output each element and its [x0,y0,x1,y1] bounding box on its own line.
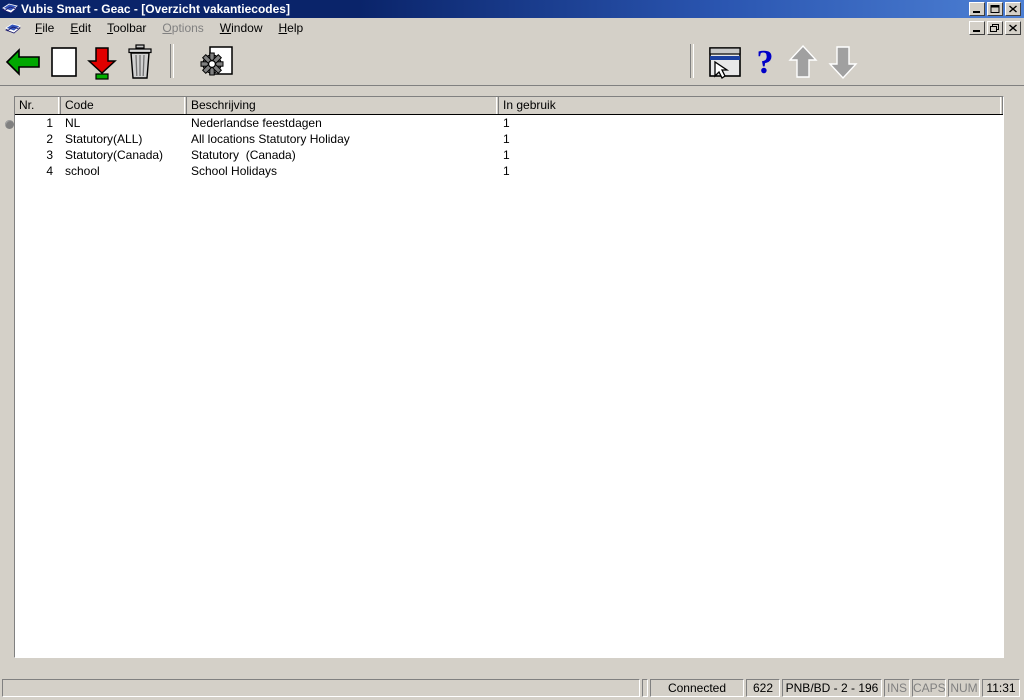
vubis-book-icon [5,20,21,36]
cell-beschrijving: Nederlandse feestdagen [191,116,322,130]
mdi-restore-button[interactable] [987,21,1003,35]
column-header-beschrijving[interactable]: Beschrijving [187,97,499,114]
svg-text:?: ? [757,44,774,81]
status-connection: Connected [650,679,744,697]
status-caps: CAPS [912,679,946,697]
cell-in-gebruik: 1 [503,148,510,162]
cell-code: school [65,164,100,178]
cell-in-gebruik: 1 [503,164,510,178]
help-question-icon[interactable]: ? [745,42,785,82]
window-title: Vubis Smart - Geac - [Overzicht vakantie… [21,2,290,16]
status-session: PNB/BD - 2 - 196 [782,679,882,697]
status-num: NUM [948,679,980,697]
close-button[interactable] [1005,2,1021,16]
menu-help[interactable]: Help [270,19,311,37]
column-header-nr[interactable]: Nr. [15,97,61,114]
mdi-close-button[interactable] [1005,21,1021,35]
toolbar-separator-right [690,44,694,78]
menu-toolbar[interactable]: Toolbar [99,19,154,37]
holiday-codes-list[interactable]: Nr. Code Beschrijving In gebruik 1 NL Ne… [14,96,1004,658]
arrow-down-icon[interactable] [823,42,863,82]
status-ins: INS [884,679,910,697]
back-arrow-icon[interactable] [4,42,44,82]
menu-window[interactable]: Window [212,19,271,37]
maximize-button[interactable] [987,2,1003,16]
cell-beschrijving: School Holidays [191,164,278,178]
window-controls [969,2,1021,16]
cell-code: NL [65,116,81,130]
cell-nr: 2 [46,132,53,146]
column-header-in-gebruik[interactable]: In gebruik [499,97,1003,114]
minimize-button[interactable] [969,2,985,16]
table-row[interactable]: 3 Statutory(Canada) Statutory (Canada) 1 [15,147,1003,163]
select-row-icon[interactable] [705,42,745,82]
trash-can-icon[interactable] [120,42,160,82]
mdi-child-controls [969,21,1021,35]
table-row[interactable]: 1 NL Nederlandse feestdagen 1 [15,115,1003,131]
new-document-icon[interactable] [44,42,84,82]
cell-nr: 3 [46,148,53,162]
cell-nr: 1 [46,116,53,130]
table-row[interactable]: 2 Statutory(ALL) All locations Statutory… [15,131,1003,147]
cell-code: Statutory(ALL) [65,132,143,146]
cell-beschrijving: Statutory (Canada) [191,148,296,162]
mdi-minimize-button[interactable] [969,21,985,35]
status-counter: 622 [746,679,780,697]
status-time: 11:31 [982,679,1020,697]
cell-nr: 4 [46,164,53,178]
window-titlebar: Vubis Smart - Geac - [Overzicht vakantie… [0,0,1024,18]
table-row[interactable]: 4 school School Holidays 1 [15,163,1003,179]
cell-in-gebruik: 1 [503,132,510,146]
toolbar: ? [0,38,1024,86]
cell-beschrijving: All locations Statutory Holiday [191,132,350,146]
menu-edit[interactable]: Edit [62,19,99,37]
row-selection-marker[interactable] [5,120,14,129]
menu-options: Options [162,21,204,35]
arrow-up-icon[interactable] [783,42,823,82]
grid-header: Nr. Code Beschrijving In gebruik [15,97,1003,115]
column-header-code[interactable]: Code [61,97,187,114]
status-message [2,679,640,697]
menu-file[interactable]: File [27,19,62,37]
document-gear-icon[interactable] [198,42,238,82]
toolbar-separator [170,44,174,78]
vubis-book-icon [2,1,18,17]
cell-code: Statutory(Canada) [65,148,164,162]
status-spacer [642,679,648,697]
cell-in-gebruik: 1 [503,116,510,130]
download-arrow-icon[interactable] [82,42,122,82]
statusbar: Connected 622 PNB/BD - 2 - 196 INS CAPS … [0,676,1024,700]
menubar: File Edit Toolbar Options Window Help [0,18,1024,38]
grid-body: 1 NL Nederlandse feestdagen 1 2 Statutor… [15,115,1003,179]
